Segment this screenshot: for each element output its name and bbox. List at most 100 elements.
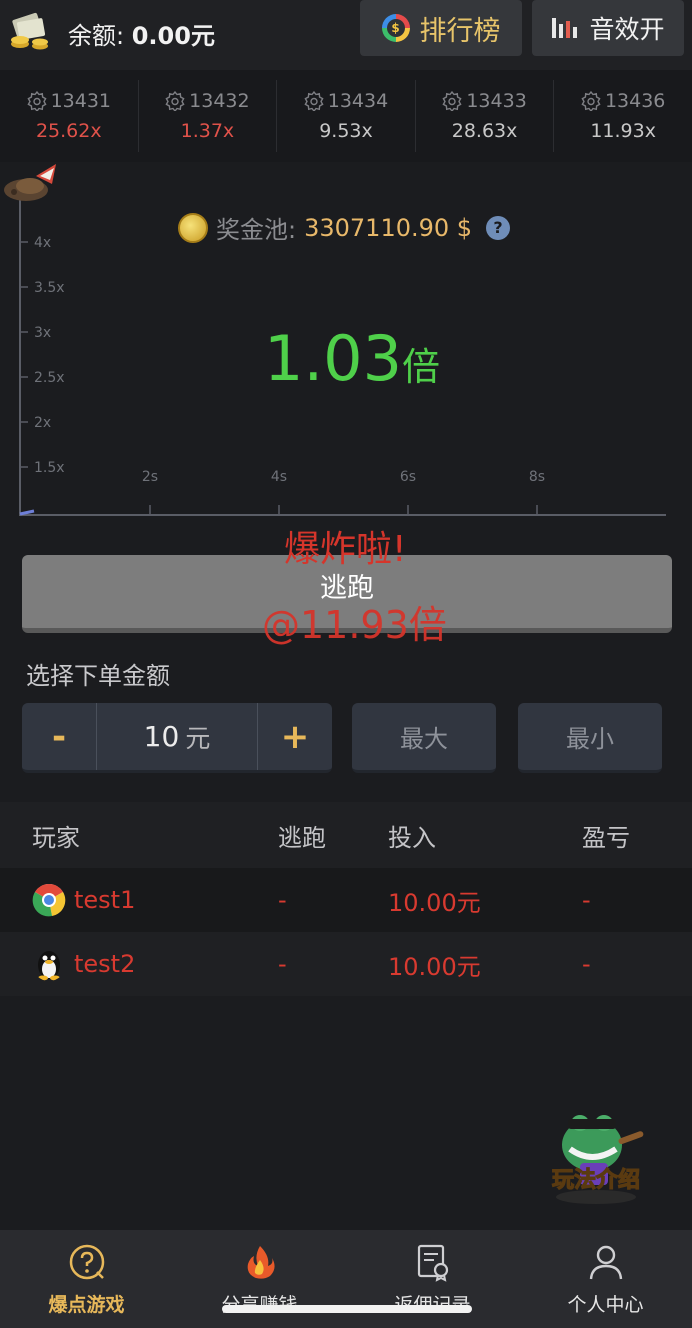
bet-amount-unit: 元 bbox=[185, 723, 211, 753]
browser-avatar-icon bbox=[32, 883, 66, 917]
history-id-text: 13434 bbox=[327, 90, 389, 112]
x-tick-label: 6s bbox=[400, 469, 416, 485]
history-item: 13433 28.63x bbox=[416, 80, 555, 152]
prize-pool: 奖金池: 3307110.90 $ ? bbox=[178, 210, 511, 245]
x-tick-label: 4s bbox=[271, 469, 287, 485]
bet-amount-title: 选择下单金额 bbox=[26, 662, 170, 690]
explosion-text: 爆炸啦! bbox=[284, 529, 407, 570]
sound-bars-icon bbox=[552, 18, 578, 38]
history-item: 13432 1.37x bbox=[139, 80, 278, 152]
header-pnl: 盈亏 bbox=[582, 823, 630, 852]
min-bet-button[interactable]: 最小 bbox=[518, 703, 662, 773]
history-multiplier: 28.63x bbox=[451, 120, 518, 142]
badge-icon bbox=[581, 91, 601, 111]
question-circle-icon bbox=[69, 1244, 104, 1279]
x-tick-label: 8s bbox=[529, 469, 545, 485]
bet-cell: 10.00元 bbox=[388, 952, 481, 981]
nav-label: 爆点游戏 bbox=[48, 1293, 125, 1316]
increase-button[interactable]: + bbox=[258, 703, 332, 770]
player-name: test2 bbox=[74, 950, 136, 978]
bet-cell: 10.00元 bbox=[388, 888, 481, 917]
badge-icon bbox=[304, 91, 324, 111]
history-round-id: 13434 bbox=[304, 90, 388, 112]
bet-amount-number: 10 bbox=[143, 720, 180, 753]
history-round-id: 13431 bbox=[27, 90, 111, 112]
player-cell: test1 bbox=[0, 883, 278, 917]
nav-profile[interactable]: 个人中心 bbox=[519, 1230, 692, 1328]
user-icon bbox=[589, 1245, 622, 1279]
table-row: test2 - 10.00元 - bbox=[0, 932, 692, 996]
exploded-rocket-icon bbox=[4, 164, 56, 201]
x-tick-label: 2s bbox=[142, 469, 158, 485]
history-multiplier: 1.37x bbox=[180, 120, 235, 142]
escape-cell: - bbox=[278, 886, 287, 914]
bet-amount-value[interactable]: 10 元 bbox=[96, 703, 258, 770]
money-stack-icon bbox=[11, 12, 48, 50]
leaderboard-button[interactable]: $ 排行榜 bbox=[360, 0, 522, 56]
how-to-play-mascot[interactable]: 玩法介绍 bbox=[540, 1105, 652, 1205]
prize-pool-value: 3307110.90 $ bbox=[304, 213, 473, 242]
history-multiplier: 25.62x bbox=[35, 120, 102, 142]
nav-commission-records[interactable]: 返佣记录 bbox=[346, 1230, 519, 1328]
nav-share-earn[interactable]: 分享赚钱 bbox=[173, 1230, 346, 1328]
pnl-cell: - bbox=[582, 950, 591, 978]
header-escape: 逃跑 bbox=[278, 823, 326, 852]
pnl-cell: - bbox=[582, 886, 591, 914]
round-history: 13431 25.62x 13432 1.37x 13434 9.53x 13433 28.6… bbox=[0, 70, 692, 162]
y-tick-label: 2.5x bbox=[34, 370, 65, 386]
game-chart: 4x 3.5x 3x 2.5x 2x 1.5x 2s 4s 6s 8s 奖金池: 3307110.… bbox=[0, 162, 692, 552]
nav-crash-game[interactable]: 爆点游戏 bbox=[0, 1230, 173, 1328]
penguin-avatar-icon bbox=[38, 951, 60, 981]
certificate-icon bbox=[417, 1244, 448, 1282]
history-id-text: 13432 bbox=[189, 90, 250, 112]
players-table: 玩家 逃跑 投入 盈亏 test1 - 10.00元 - test2 - 10.… bbox=[0, 802, 692, 996]
balance: 余额: 0.00元 bbox=[68, 16, 215, 51]
y-tick-label: 2x bbox=[34, 415, 51, 431]
history-multiplier: 9.53x bbox=[319, 120, 373, 142]
history-round-id: 13432 bbox=[165, 90, 250, 112]
history-multiplier: 11.93x bbox=[590, 120, 656, 142]
current-multiplier: 1.03倍 bbox=[264, 322, 440, 395]
y-tick-label: 1.5x bbox=[34, 460, 65, 476]
top-bar: 余额: 0.00元 $ 排行榜 音效开 bbox=[0, 0, 692, 70]
leaderboard-label: 排行榜 bbox=[419, 15, 501, 47]
coin-icon bbox=[178, 212, 208, 243]
history-round-id: 13433 bbox=[442, 90, 527, 112]
badge-icon bbox=[27, 91, 47, 111]
badge-icon bbox=[442, 91, 462, 111]
balance-label: 余额: bbox=[68, 22, 125, 50]
player-name: test1 bbox=[74, 886, 136, 914]
history-id-text: 13436 bbox=[604, 90, 666, 112]
sound-toggle-button[interactable]: 音效开 bbox=[532, 0, 684, 56]
decrease-button[interactable]: - bbox=[22, 703, 96, 770]
help-icon[interactable]: ? bbox=[486, 215, 511, 240]
history-id-text: 13433 bbox=[466, 90, 527, 112]
crash-multiplier-text: @11.93倍 bbox=[262, 603, 447, 647]
multiplier-unit: 倍 bbox=[402, 345, 441, 389]
history-item: 13436 11.93x bbox=[554, 80, 692, 152]
header-player: 玩家 bbox=[32, 823, 80, 852]
history-id-text: 13431 bbox=[50, 90, 112, 112]
badge-icon bbox=[165, 91, 185, 111]
max-bet-button[interactable]: 最大 bbox=[352, 703, 496, 773]
header-bet: 投入 bbox=[388, 823, 436, 852]
home-indicator bbox=[222, 1305, 472, 1313]
escape-cell: - bbox=[278, 950, 287, 978]
y-tick-label: 4x bbox=[34, 235, 51, 251]
history-item: 13431 25.62x bbox=[0, 80, 139, 152]
multiplier-value: 1.03 bbox=[264, 322, 403, 395]
sound-label: 音效开 bbox=[589, 15, 665, 44]
prize-pool-label: 奖金池: bbox=[216, 216, 297, 244]
nav-label: 个人中心 bbox=[567, 1293, 644, 1316]
balance-value: 0.00元 bbox=[131, 22, 215, 50]
leaderboard-coin-icon: $ bbox=[381, 14, 410, 42]
player-cell: test2 bbox=[0, 947, 278, 981]
table-header: 玩家 逃跑 投入 盈亏 bbox=[0, 802, 692, 868]
flame-icon bbox=[247, 1245, 275, 1279]
bottom-nav: 爆点游戏 分享赚钱 返佣记录 个人中心 bbox=[0, 1230, 692, 1328]
mascot-label: 玩法介绍 bbox=[552, 1167, 640, 1193]
y-tick-label: 3x bbox=[34, 325, 51, 341]
table-row: test1 - 10.00元 - bbox=[0, 868, 692, 932]
history-round-id: 13436 bbox=[581, 90, 665, 112]
y-tick-label: 3.5x bbox=[34, 280, 65, 296]
